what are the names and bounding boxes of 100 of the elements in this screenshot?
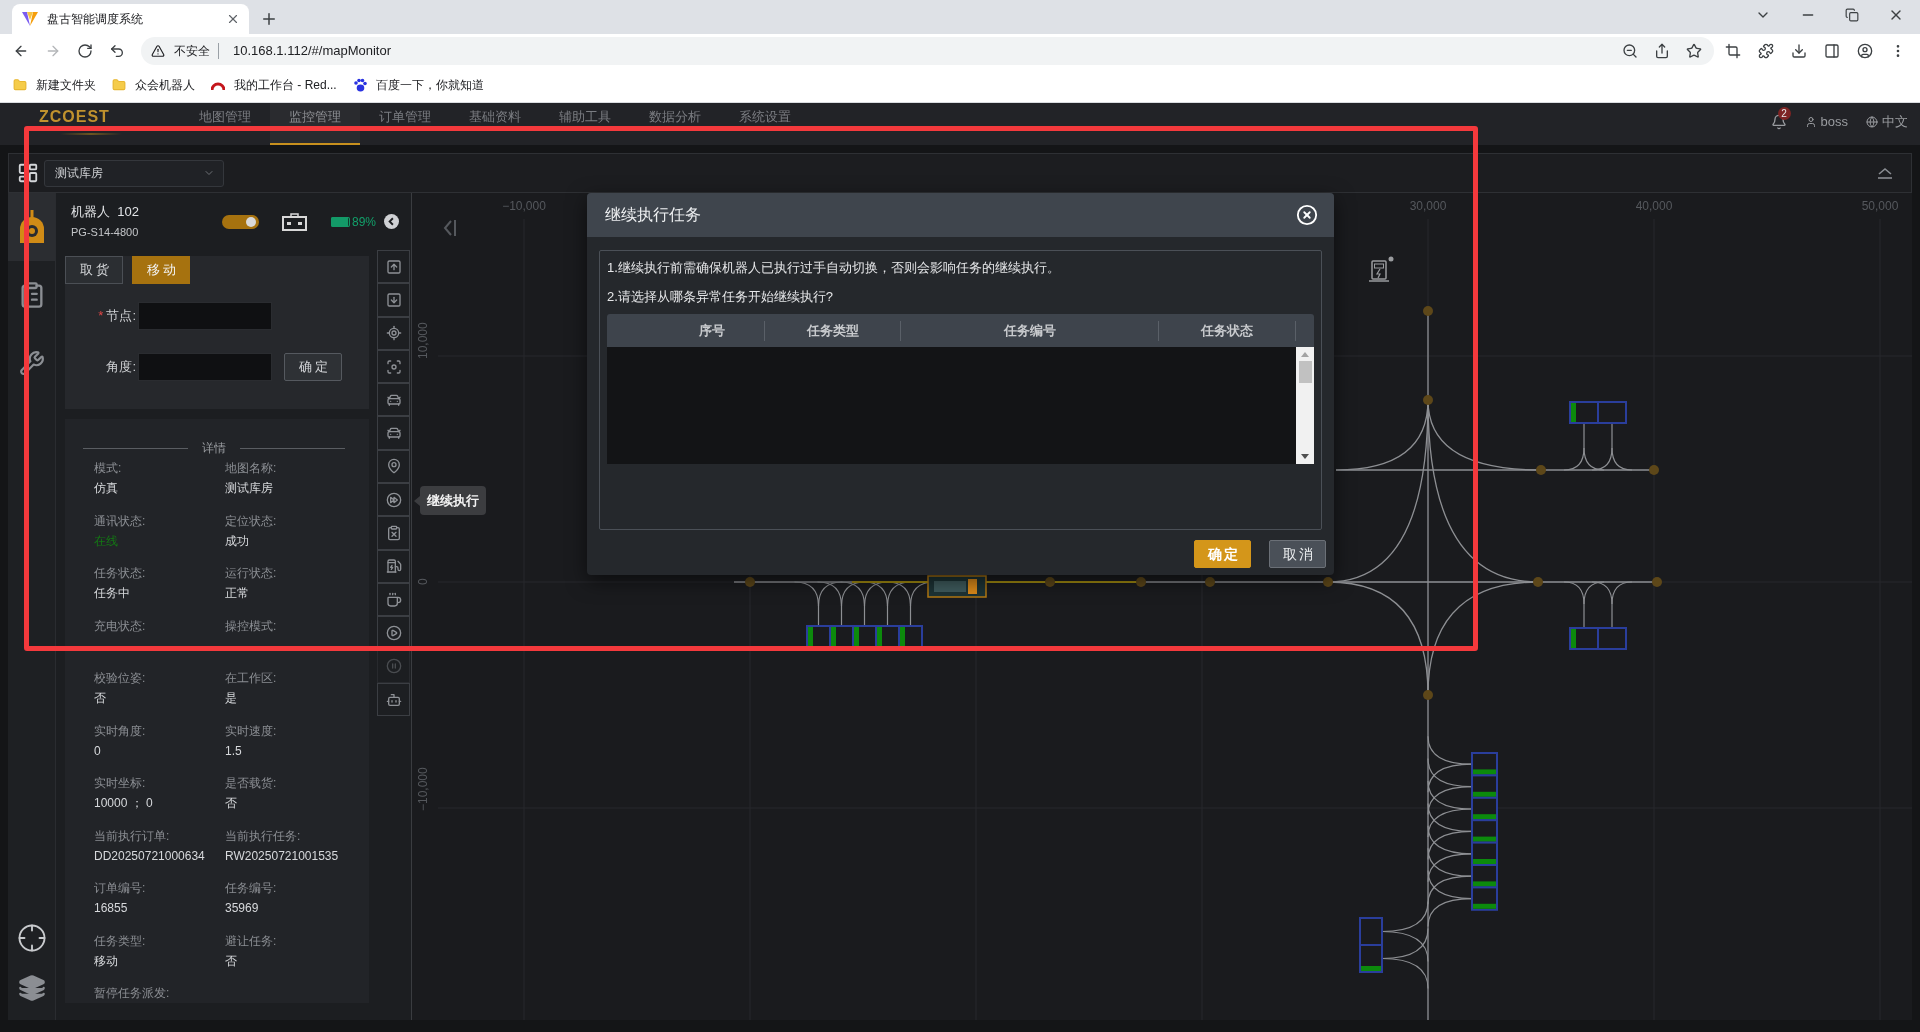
detail-label: 当前执行任务: [225,827,301,845]
cancel-button[interactable]: 取消 [1269,540,1326,568]
storage-slot[interactable] [1569,627,1599,650]
node-marker[interactable] [1423,395,1433,405]
download-icon[interactable] [1791,43,1807,59]
input-field[interactable] [138,302,272,330]
bookmark-link[interactable]: 新建文件夹 [36,76,96,94]
detail-value: DD20250721000634 [94,847,205,865]
nav-tab[interactable]: 监控管理 [270,103,360,145]
nav-tab[interactable]: 系统设置 [720,103,810,145]
star-icon[interactable] [1686,43,1702,59]
storage-slot[interactable] [1471,796,1498,822]
detail-value: 0 [94,742,101,760]
confirm-button[interactable]: 确定 [284,353,342,381]
node-marker[interactable] [1652,577,1662,587]
profile-icon[interactable] [1857,43,1873,59]
layers-icon[interactable] [17,974,46,1002]
node-marker[interactable] [1649,465,1659,475]
node-marker[interactable] [1533,577,1543,587]
detail-label: 是否载货: [225,775,277,792]
column-header[interactable]: 任务类型 [765,320,901,341]
language-menu[interactable]: 中文 [1882,112,1908,132]
nav-tab[interactable]: 地图管理 [180,103,270,145]
browser-tab[interactable]: 盘古智能调度系统 [12,4,249,34]
action-tab[interactable]: 移动 [132,256,190,284]
toolbar-button[interactable] [377,316,410,350]
node-marker[interactable] [1205,577,1215,587]
bookmark-link[interactable]: 百度一下，你就知道 [375,76,484,94]
node-marker[interactable] [1423,306,1433,316]
toolbar-button[interactable] [377,682,410,717]
node-marker[interactable] [1536,465,1546,475]
chevron-bar-icon[interactable] [443,218,457,238]
axis-tick-label: −10,000 [416,767,430,811]
node-marker[interactable] [1323,577,1333,587]
storage-slot[interactable] [1471,841,1498,866]
reload-icon[interactable] [77,43,93,59]
robot-switch[interactable] [222,214,259,229]
download-icon [385,291,402,308]
address-bar[interactable]: 不安全 10.168.1.112/#/mapMonitor [141,37,1714,65]
storage-slot[interactable] [1359,944,1383,973]
storage-slot[interactable] [1471,819,1498,844]
nav-tab[interactable]: 订单管理 [360,103,450,145]
storage-slot[interactable] [1471,774,1498,799]
scrollbar-thumb[interactable] [1298,361,1312,383]
storage-slot[interactable] [1569,401,1599,424]
column-header[interactable]: 任务编号 [901,320,1159,341]
close-icon[interactable] [226,12,240,26]
user-name[interactable]: boss [1820,112,1848,132]
bookmark-link[interactable]: 我的工作台 - Red... [234,76,337,94]
node-marker[interactable] [1045,577,1055,587]
chevron-left-icon[interactable] [384,214,399,229]
scroll-down-icon[interactable] [1301,454,1309,459]
toolbar-button[interactable] [377,549,410,583]
toolbar-button[interactable] [377,416,410,450]
detail-value: 否 [225,952,237,970]
toolbar-button[interactable] [377,349,410,384]
back-icon[interactable] [13,43,29,59]
node-marker[interactable] [1423,690,1433,700]
close-icon[interactable] [1296,204,1318,226]
toolbar-button[interactable] [377,449,410,484]
toolbar-button[interactable] [377,250,410,284]
map-dropdown[interactable]: 测试库房 [44,159,224,187]
undo-icon[interactable] [109,43,125,59]
scrollbar[interactable] [1296,347,1314,464]
dashboard-icon [17,162,39,184]
action-tab[interactable]: 取货 [65,256,123,284]
side-panel-icon[interactable] [1824,43,1840,59]
nav-tab[interactable]: 基础资料 [450,103,540,145]
storage-slot[interactable] [898,625,923,649]
toolbar-button[interactable] [377,582,410,617]
new-tab-icon[interactable] [260,10,278,28]
bookmark-link[interactable]: 众会机器人 [135,76,195,94]
column-header[interactable]: 任务状态 [1159,320,1296,341]
detail-value: 是 [225,690,237,707]
case-icon[interactable] [282,212,307,231]
toolbar-button[interactable] [377,483,410,517]
share-icon[interactable] [1654,43,1670,59]
url-text: 10.168.1.112/#/mapMonitor [233,42,392,61]
section-title: 详情 [202,440,226,457]
storage-slot[interactable] [1471,886,1498,911]
crosshair-icon[interactable] [16,923,47,953]
storage-slot[interactable] [1471,864,1498,889]
collapse-up-icon[interactable] [1876,167,1894,179]
robot-marker[interactable] [927,575,987,598]
nav-tab[interactable]: 数据分析 [630,103,720,145]
node-marker[interactable] [1136,577,1146,587]
input-field[interactable] [138,353,272,381]
toolbar-button[interactable] [377,383,410,417]
detail-value: 否 [225,795,237,812]
storage-slot[interactable] [1471,752,1498,777]
zoom-out-icon[interactable] [1622,43,1638,59]
toolbar-button[interactable] [377,516,410,550]
restore-icon[interactable] [1845,8,1859,22]
node-marker[interactable] [745,577,755,587]
crop-icon[interactable] [1725,43,1741,59]
toolbar-button[interactable] [377,283,410,317]
nav-tab[interactable]: 辅助工具 [540,103,630,145]
column-header[interactable]: 序号 [660,320,765,341]
puzzle-icon[interactable] [1758,43,1774,59]
detail-label: 在工作区: [225,670,277,687]
